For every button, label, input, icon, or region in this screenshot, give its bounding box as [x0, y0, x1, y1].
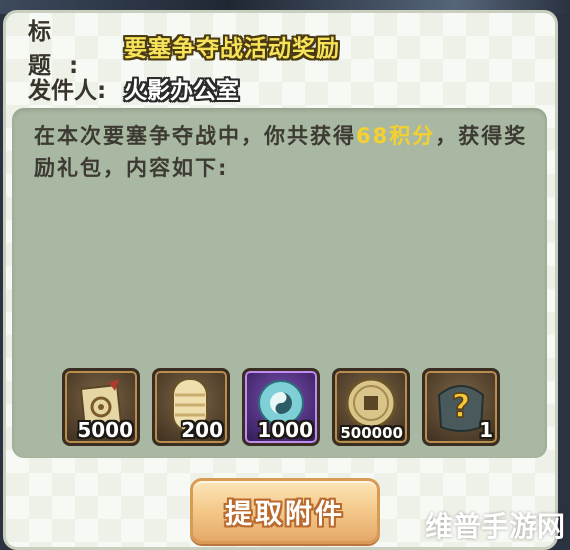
reward-item-1[interactable]: 5000 — [62, 368, 140, 446]
points-earned: 68积分 — [356, 124, 436, 148]
reward-count: 5000 — [77, 418, 133, 442]
mail-title: 要塞争夺战活动奖励 — [124, 36, 340, 62]
reward-item-2[interactable]: 200 — [152, 368, 230, 446]
reward-count: 1 — [479, 418, 493, 442]
watermark: 维普手游网 — [425, 510, 566, 543]
mail-sender-row: 发件人: 火影办公室 — [28, 72, 239, 104]
claim-attachments-button[interactable]: 提取附件 — [190, 478, 380, 544]
mail-title-row: 标题: 要塞争夺战活动奖励 — [28, 19, 340, 79]
mail-content-box[interactable]: 在本次要塞争夺战中，你共获得68积分，获得奖励礼包，内容如下: 5000 200 — [12, 108, 547, 458]
reward-item-3[interactable]: 1000 — [242, 368, 320, 446]
svg-text:?: ? — [452, 387, 471, 425]
title-label: 标题: — [28, 19, 97, 79]
reward-item-5[interactable]: ? 1 — [422, 368, 500, 446]
message-text-start: 在本次要塞争夺战中，你共获得 — [34, 124, 356, 148]
reward-count: 500000 — [340, 424, 403, 442]
sender-label: 发件人: — [28, 78, 107, 104]
reward-count: 200 — [181, 418, 223, 442]
reward-item-4[interactable]: 500000 — [332, 368, 410, 446]
reward-count: 1000 — [257, 418, 313, 442]
reward-list: 5000 200 1000 500000 ? 1 — [62, 368, 502, 448]
mail-message: 在本次要塞争夺战中，你共获得68积分，获得奖励礼包，内容如下: — [34, 120, 534, 184]
mail-sender: 火影办公室 — [124, 78, 239, 104]
